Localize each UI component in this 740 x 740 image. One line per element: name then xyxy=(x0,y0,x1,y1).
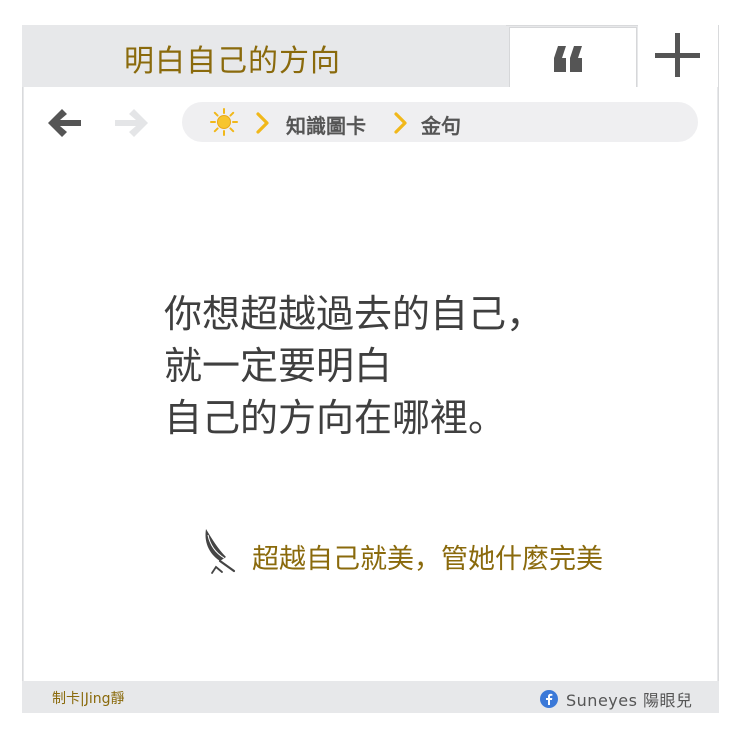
breadcrumb-home[interactable] xyxy=(209,107,239,137)
quill-icon xyxy=(200,527,240,577)
new-tab-button[interactable] xyxy=(638,25,718,87)
quote-icon xyxy=(554,46,582,72)
tab-quote[interactable] xyxy=(509,27,637,87)
arrow-left-icon xyxy=(48,109,81,137)
back-button[interactable] xyxy=(44,104,84,142)
forward-button[interactable] xyxy=(112,104,152,142)
sun-icon xyxy=(210,108,238,136)
chevron-right-icon xyxy=(392,111,410,135)
breadcrumb-item-cards[interactable]: 知識圖卡 xyxy=(286,110,366,139)
signature-text: 超越自己就美，管她什麼完美 xyxy=(252,544,603,575)
plus-icon xyxy=(655,33,700,77)
maker-credit: 制卡|Jing靜 xyxy=(52,691,125,707)
quote-line: 自己的方向在哪裡。 xyxy=(164,396,507,440)
chevron-right-icon xyxy=(254,111,272,135)
quote-line: 就一定要明白 xyxy=(164,344,393,388)
arrow-right-icon xyxy=(115,109,148,137)
facebook-icon[interactable] xyxy=(540,690,558,708)
breadcrumb-item-quotes[interactable]: 金句 xyxy=(421,110,461,139)
tab-title: 明白自己的方向 xyxy=(124,44,341,79)
quote-line: 你想超越過去的自己， xyxy=(164,292,545,336)
quote-text: 你想超越過去的自己， 就一定要明白 自己的方向在哪裡。 xyxy=(164,288,544,444)
brand-name[interactable]: Suneyes 陽眼兒 xyxy=(566,687,693,711)
